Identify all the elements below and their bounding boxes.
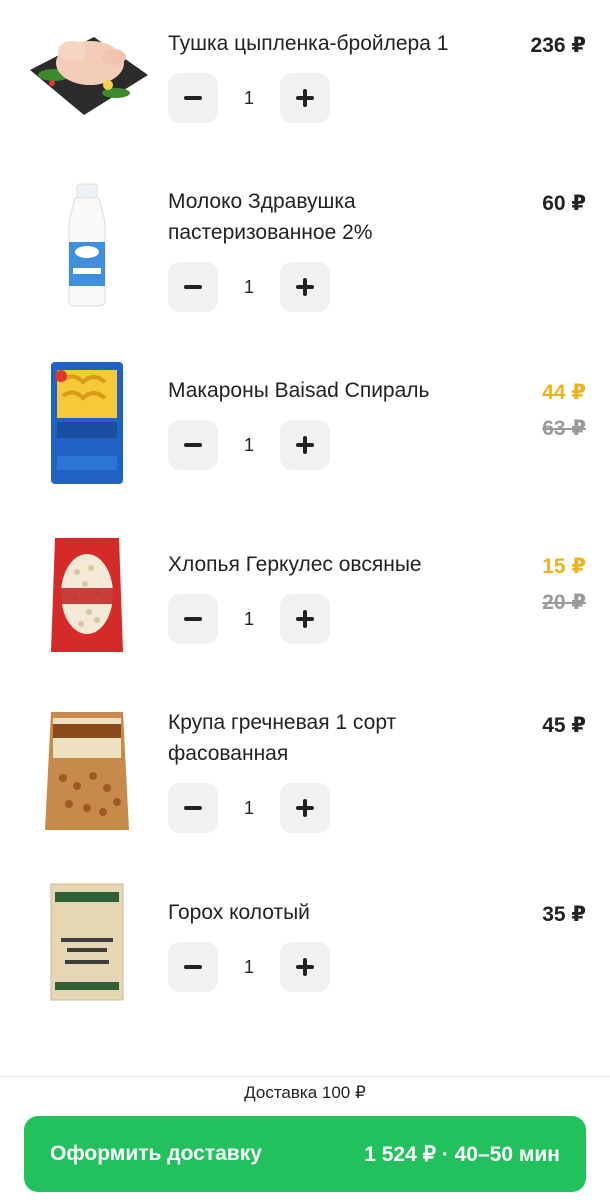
item-price: 60 ₽ <box>542 192 586 215</box>
decrease-button[interactable] <box>168 783 218 833</box>
quantity-stepper: 1 <box>168 594 330 644</box>
minus-icon <box>184 96 202 100</box>
delivery-fee-note: Доставка 100 ₽ <box>244 1083 366 1102</box>
item-old-price: 20 ₽ <box>542 591 586 614</box>
item-old-price: 63 ₽ <box>542 417 586 440</box>
item-name[interactable]: Крупа гречневая 1 сорт фасованная <box>168 707 498 769</box>
minus-icon <box>184 285 202 289</box>
item-price: 15 ₽ <box>542 555 586 578</box>
item-name[interactable]: Хлопья Геркулес овсяные <box>168 549 498 580</box>
oat-flakes-pack-image <box>24 530 150 660</box>
quantity-stepper: 1 <box>168 420 330 470</box>
decrease-button[interactable] <box>168 73 218 123</box>
footer-divider <box>0 1076 610 1077</box>
checkout-button[interactable]: Оформить доставку 1 524 ₽ · 40–50 мин <box>24 1116 586 1192</box>
decrease-button[interactable] <box>168 594 218 644</box>
quantity-value: 1 <box>243 277 254 297</box>
increase-button[interactable] <box>280 262 330 312</box>
item-price: 44 ₽ <box>542 381 586 404</box>
checkout-label: Оформить доставку <box>50 1142 262 1165</box>
item-name[interactable]: Макароны Baisad Спираль <box>168 375 498 406</box>
minus-icon <box>184 443 202 447</box>
minus-icon <box>184 965 202 969</box>
peas-pack-image <box>24 876 150 1006</box>
increase-button[interactable] <box>280 783 330 833</box>
item-price: 236 ₽ <box>530 34 586 57</box>
quantity-stepper: 1 <box>168 73 330 123</box>
increase-button[interactable] <box>280 73 330 123</box>
pasta-pack-image <box>24 358 150 488</box>
item-price: 35 ₽ <box>542 903 586 926</box>
decrease-button[interactable] <box>168 420 218 470</box>
quantity-value: 1 <box>243 88 254 108</box>
increase-button[interactable] <box>280 420 330 470</box>
quantity-value: 1 <box>243 435 254 455</box>
chicken-image <box>24 0 150 130</box>
quantity-stepper: 1 <box>168 783 330 833</box>
quantity-stepper: 1 <box>168 262 330 312</box>
quantity-stepper: 1 <box>168 942 330 992</box>
checkout-summary: 1 524 ₽ · 40–50 мин <box>364 1143 560 1166</box>
increase-button[interactable] <box>280 942 330 992</box>
quantity-value: 1 <box>243 798 254 818</box>
quantity-value: 1 <box>243 957 254 977</box>
decrease-button[interactable] <box>168 942 218 992</box>
item-name[interactable]: Тушка цыпленка-бройлера 1 <box>168 28 498 59</box>
quantity-value: 1 <box>243 609 254 629</box>
item-name[interactable]: Молоко Здравушка пастеризованное 2% <box>168 186 498 248</box>
decrease-button[interactable] <box>168 262 218 312</box>
milk-bottle-image <box>24 180 150 310</box>
minus-icon <box>184 806 202 810</box>
buckwheat-pack-image <box>24 706 150 836</box>
item-price: 45 ₽ <box>542 714 586 737</box>
minus-icon <box>184 617 202 621</box>
item-name[interactable]: Горох колотый <box>168 897 498 928</box>
increase-button[interactable] <box>280 594 330 644</box>
